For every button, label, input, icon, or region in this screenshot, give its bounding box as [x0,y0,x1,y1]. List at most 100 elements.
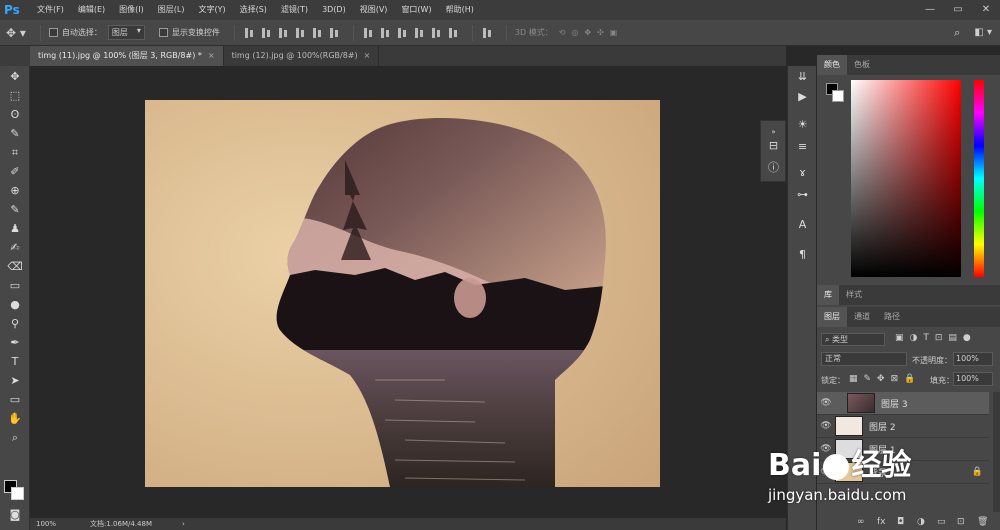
layer-filter-dropdown[interactable]: ⌕ 类型 [821,333,885,346]
auto-align-icon[interactable] [481,27,493,39]
healing-tool-icon[interactable]: ⊕ [5,182,25,199]
pen-tool-icon[interactable]: ✒ [5,334,25,351]
align-bottom-icon[interactable] [277,27,289,39]
menu-item-0[interactable]: 文件(F) [30,0,71,20]
brush-tool-icon[interactable]: ✎ [5,201,25,218]
properties-icon[interactable]: ⊟ [764,137,783,155]
maximize-button[interactable]: ▭ [944,0,972,20]
dodge-tool-icon[interactable]: ⚲ [5,315,25,332]
opacity-field[interactable]: 100% [953,352,993,366]
close-icon[interactable]: × [208,51,215,60]
hue-slider[interactable] [974,80,984,277]
tab-timg-12[interactable]: timg (12).jpg @ 100%(RGB/8#) × [224,46,380,66]
rotate-3d-icon[interactable]: ⟲ [559,28,566,37]
menu-item-2[interactable]: 图像(I) [112,0,151,20]
minimize-button[interactable]: — [916,0,944,20]
layer-filter-icons[interactable]: ▣◑T⊡▤● [895,333,977,343]
tab-styles[interactable]: 样式 [839,285,869,305]
new-layer-icon[interactable]: ⊡ [957,517,965,527]
eyedropper-tool-icon[interactable]: ✐ [5,163,25,180]
layer-row[interactable]: 👁 图层 2 [817,415,989,438]
fill-field[interactable]: 100% [953,372,993,386]
dist-bottom-icon[interactable] [396,27,408,39]
new-group-icon[interactable]: ▭ [937,517,946,527]
menu-item-10[interactable]: 帮助(H) [439,0,481,20]
character-panel-icon[interactable]: A [793,216,812,234]
align-right-icon[interactable] [328,27,340,39]
lasso-tool-icon[interactable]: ʘ [5,106,25,123]
visibility-eye-icon[interactable]: 👁 [817,421,835,431]
menu-item-7[interactable]: 3D(D) [315,0,353,20]
move-tool-preset-icon[interactable]: ✥ ▾ [6,26,26,40]
checkbox-box[interactable] [48,28,58,37]
info-icon[interactable]: ⓘ [764,159,783,177]
menu-item-5[interactable]: 选择(S) [233,0,274,20]
type-tool-icon[interactable]: T [5,353,25,370]
pan-3d-icon[interactable]: ✥ [584,28,591,37]
visibility-eye-icon[interactable]: 👁 [817,398,835,408]
gradient-tool-icon[interactable]: ▭ [5,277,25,294]
document-image[interactable] [145,100,660,487]
show-transform-checkbox[interactable]: 显示变换控件 [158,27,220,38]
tab-timg-11[interactable]: timg (11).jpg @ 100% (图层 3, RGB/8#) * × [30,46,224,66]
dist-left-icon[interactable] [413,27,425,39]
menu-item-8[interactable]: 视图(V) [353,0,395,20]
layer-name[interactable]: 图层 2 [869,420,896,433]
toolbar-grip[interactable] [0,46,30,66]
menu-item-4[interactable]: 文字(Y) [191,0,232,20]
align-hcenter-icon[interactable] [311,27,323,39]
zoom-tool-icon[interactable]: ⌕ [5,429,25,446]
background-color-icon[interactable] [11,487,24,500]
hand-tool-icon[interactable]: ✋ [5,410,25,427]
history-panel-icon[interactable]: ⇊ [793,68,812,86]
dist-right-icon[interactable] [447,27,459,39]
workspace-switcher-icon[interactable]: ◧ ▾ [974,27,992,38]
slide-3d-icon[interactable]: ✣ [597,28,604,37]
paragraph-panel-icon[interactable]: ¶ [793,246,812,264]
tab-libraries[interactable]: 库 [817,285,839,305]
quick-mask-icon[interactable]: ◙ [5,506,25,523]
dist-hcenter-icon[interactable] [430,27,442,39]
marquee-tool-icon[interactable]: ⬚ [5,87,25,104]
dist-top-icon[interactable] [362,27,374,39]
menu-item-3[interactable]: 图层(L) [151,0,192,20]
zoom-level[interactable]: 100% [36,520,56,528]
layer-row[interactable]: 👁 图层 3 [817,392,989,415]
lock-icons[interactable]: ▦✎✥⊠🔒 [849,374,921,384]
rectangle-tool-icon[interactable]: ▭ [5,391,25,408]
dist-vcenter-icon[interactable] [379,27,391,39]
clone-source-panel-icon[interactable]: ⊶ [793,186,812,204]
quick-select-tool-icon[interactable]: ✎ [5,125,25,142]
align-top-icon[interactable] [243,27,255,39]
stamp-tool-icon[interactable]: ♟ [5,220,25,237]
status-arrow[interactable]: › [182,520,185,528]
layers-scrollbar[interactable] [993,392,1000,512]
color-field[interactable] [851,80,961,277]
align-vcenter-icon[interactable] [260,27,272,39]
add-mask-icon[interactable]: ◘ [897,517,904,527]
blend-mode-dropdown[interactable]: 正常 [821,352,907,366]
auto-select-checkbox[interactable]: 自动选择： [48,27,102,38]
brush-preset-panel-icon[interactable]: ɤ [793,164,812,182]
layer-name[interactable]: 图层 3 [881,397,908,410]
history-brush-tool-icon[interactable]: ✍ [5,239,25,256]
tab-color[interactable]: 颜色 [817,55,847,75]
add-style-icon[interactable]: fx [877,517,886,527]
close-icon[interactable]: × [364,51,371,60]
blur-tool-icon[interactable]: ● [5,296,25,313]
delete-layer-icon[interactable]: 🗑 [977,517,988,527]
crop-tool-icon[interactable]: ⌗ [5,144,25,161]
eraser-tool-icon[interactable]: ⌫ [5,258,25,275]
tab-swatches[interactable]: 色板 [847,55,877,75]
checkbox-box[interactable] [158,28,168,37]
roll-3d-icon[interactable]: ◎ [571,28,578,37]
scale-3d-icon[interactable]: ▣ [610,28,618,37]
search-icon[interactable]: ⌕ [954,26,960,40]
link-layers-icon[interactable]: ∞ [857,517,865,527]
actions-panel-icon[interactable]: ▶ [793,88,812,106]
adjust-panel-icon[interactable]: ☀ [793,116,812,134]
menu-item-9[interactable]: 窗口(W) [394,0,438,20]
menu-item-6[interactable]: 滤镜(T) [274,0,315,20]
new-adjustment-icon[interactable]: ◑ [917,517,925,527]
tab-layers[interactable]: 图层 [817,307,847,327]
